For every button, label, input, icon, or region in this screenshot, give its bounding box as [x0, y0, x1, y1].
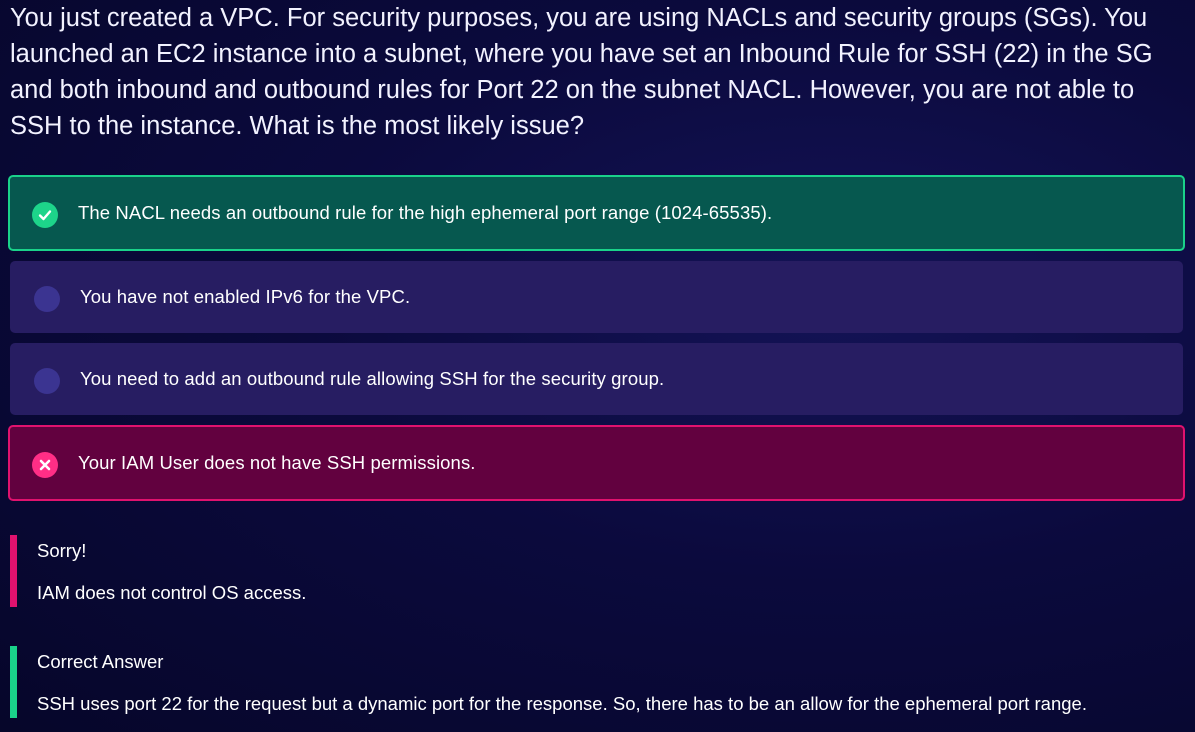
feedback-title: Correct Answer: [37, 651, 164, 672]
option-unselected[interactable]: You need to add an outbound rule allowin…: [10, 343, 1183, 415]
check-circle-icon: [32, 202, 58, 228]
question-text: You just created a VPC. For security pur…: [10, 4, 1153, 140]
incorrect-feedback: Sorry! IAM does not control OS access.: [10, 535, 1185, 607]
feedback-explanation: IAM does not control OS access.: [37, 582, 307, 603]
option-label: The NACL needs an outbound rule for the …: [78, 202, 773, 223]
correct-answer-feedback: Correct Answer SSH uses port 22 for the …: [10, 646, 1185, 718]
option-label: You have not enabled IPv6 for the VPC.: [80, 286, 411, 307]
option-label: You need to add an outbound rule allowin…: [80, 368, 665, 389]
feedback-title: Sorry!: [37, 540, 87, 561]
answer-options: The NACL needs an outbound rule for the …: [8, 175, 1185, 509]
feedback-explanation: SSH uses port 22 for the request but a d…: [37, 693, 1087, 714]
x-circle-icon: [32, 452, 58, 478]
radio-dot-icon: [34, 286, 60, 312]
radio-dot-icon: [34, 368, 60, 394]
option-unselected[interactable]: You have not enabled IPv6 for the VPC.: [10, 261, 1183, 333]
option-correct[interactable]: The NACL needs an outbound rule for the …: [8, 175, 1185, 251]
option-label: Your IAM User does not have SSH permissi…: [78, 452, 476, 473]
option-wrong[interactable]: Your IAM User does not have SSH permissi…: [8, 425, 1185, 501]
